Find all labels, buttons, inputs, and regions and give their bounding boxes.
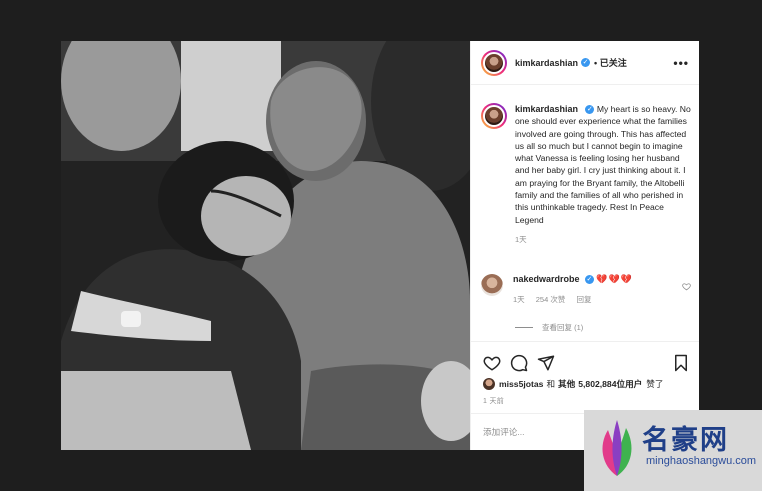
verified-icon: ✓ <box>581 58 591 67</box>
caption-author-username[interactable]: kimkardashian <box>515 104 578 114</box>
likes-action: 赞了 <box>646 379 664 389</box>
author-avatar[interactable] <box>481 49 507 76</box>
follow-status[interactable]: • 已关注 <box>594 56 627 69</box>
author-username[interactable]: kimkardashian <box>515 58 578 68</box>
comment-icon[interactable] <box>510 354 528 372</box>
likes-others-prefix[interactable]: 其他 <box>558 378 575 390</box>
watermark-name: 名豪网 <box>642 425 729 456</box>
caption-author-avatar[interactable] <box>481 103 507 129</box>
post-time[interactable]: 1 天前 <box>483 396 504 406</box>
comment-item: nakedwardrobe ✓ 💔💔💔 1天 254 次赞 回复 <box>481 274 696 305</box>
watermark-url: minghaoshangwu.com <box>646 455 757 467</box>
post-actions: miss5jotas 和 其他 5,802,884 位用户 赞了 <box>471 341 699 401</box>
commenter-avatar[interactable] <box>481 274 503 296</box>
verified-icon: ✓ <box>585 105 595 115</box>
reply-button[interactable]: 回复 <box>576 295 591 304</box>
comment-likes[interactable]: 254 次赞 <box>536 295 566 304</box>
bookmark-icon[interactable] <box>672 354 690 372</box>
liker-avatar[interactable] <box>483 378 495 390</box>
caption-text: My heart is so heavy. No one should ever… <box>515 104 691 225</box>
comment-text: 💔💔💔 <box>596 274 633 284</box>
more-icon[interactable]: ••• <box>673 56 689 70</box>
heart-icon[interactable] <box>682 282 691 291</box>
likes-suffix[interactable]: 位用户 <box>616 378 642 390</box>
watermark: 名豪网 minghaoshangwu.com <box>584 410 762 491</box>
commenter-username[interactable]: nakedwardrobe <box>513 274 580 284</box>
verified-icon: ✓ <box>584 275 594 285</box>
likes-summary: miss5jotas 和 其他 5,802,884 位用户 赞了 <box>483 378 663 390</box>
heart-icon[interactable] <box>483 354 501 372</box>
likes-count[interactable]: 5,802,884 <box>578 379 616 389</box>
liker-username[interactable]: miss5jotas <box>499 379 543 389</box>
share-icon[interactable] <box>537 354 555 372</box>
comment-time: 1天 <box>513 295 525 304</box>
view-replies-label: 查看回复 (1) <box>542 323 584 332</box>
post-details-panel: kimkardashian ✓ • 已关注 ••• kimkardashian … <box>470 41 699 450</box>
caption-time: 1天 <box>515 234 527 244</box>
likes-and: 和 <box>546 379 556 389</box>
post-photo[interactable] <box>61 41 470 450</box>
post-image <box>61 41 470 450</box>
post-header: kimkardashian ✓ • 已关注 ••• <box>471 41 699 85</box>
leaf-logo-icon <box>602 420 632 476</box>
view-replies-button[interactable]: 查看回复 (1) <box>515 322 583 333</box>
post-caption: kimkardashian ✓ My heart is so heavy. No… <box>481 103 691 246</box>
replies-divider <box>515 327 533 328</box>
